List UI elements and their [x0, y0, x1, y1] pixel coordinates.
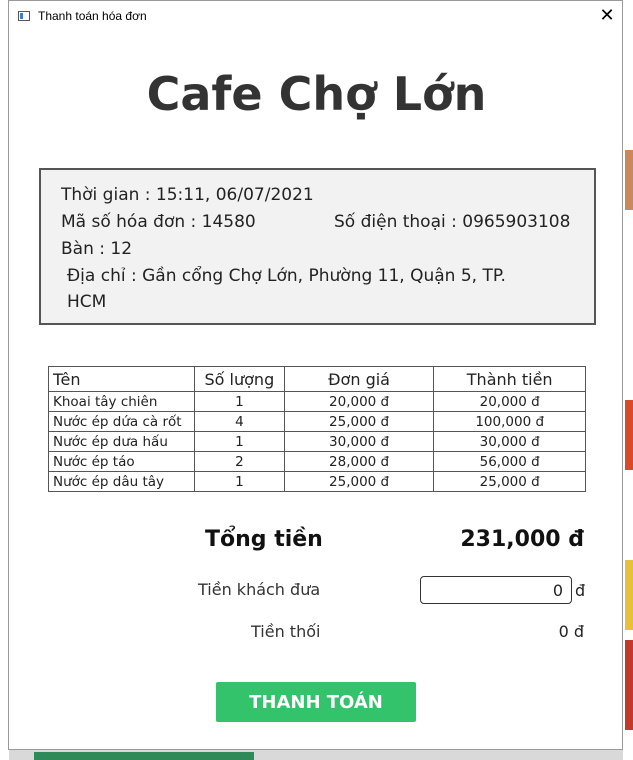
invoice-number: Mã số hóa đơn : 14580: [61, 212, 256, 232]
background-image-4: [625, 640, 633, 730]
item-unit-price: 25,000 đ: [283, 411, 435, 432]
item-unit-price: 28,000 đ: [283, 451, 435, 472]
item-unit-price: 20,000 đ: [283, 391, 435, 412]
item-subtotal: 20,000 đ: [433, 391, 586, 412]
total-amount: 231,000 đ: [460, 527, 584, 552]
item-unit-price: 25,000 đ: [283, 471, 435, 492]
column-header-quantity: Số lượng: [193, 366, 285, 392]
item-name: Nước ép dưa hấu: [48, 431, 195, 452]
shop-name-heading: Cafe Chợ Lớn: [146, 67, 487, 121]
address-line-2: HCM: [67, 292, 107, 312]
item-quantity: 2: [193, 451, 285, 472]
customer-phone: Số điện thoại : 0965903108: [334, 212, 571, 232]
item-subtotal: 100,000 đ: [433, 411, 586, 432]
table-row[interactable]: Khoai tây chiên 1 20,000 đ 20,000 đ: [48, 391, 586, 412]
column-header-unit-price: Đơn giá: [283, 366, 435, 392]
item-quantity: 1: [193, 431, 285, 452]
total-label: Tổng tiền: [205, 527, 323, 552]
amount-paid-label: Tiền khách đưa: [198, 580, 321, 599]
close-icon[interactable]: ✕: [592, 1, 622, 31]
item-quantity: 1: [193, 471, 285, 492]
table-row[interactable]: Nước ép dâu tây 1 25,000 đ 25,000 đ: [48, 471, 586, 492]
invoice-info-box: Thời gian : 15:11, 06/07/2021 Mã số hóa …: [39, 168, 596, 325]
window-app-icon: [18, 11, 30, 21]
address-line-1: Địa chỉ : Gần cổng Chợ Lớn, Phường 11, Q…: [67, 266, 506, 286]
background-bottom-tab: [34, 752, 254, 760]
table-header-row: Tên Số lượng Đơn giá Thành tiền: [48, 366, 586, 392]
item-name: Nước ép dứa cà rốt: [48, 411, 195, 432]
item-name: Nước ép táo: [48, 451, 195, 472]
item-quantity: 1: [193, 391, 285, 412]
window-title: Thanh toán hóa đơn: [38, 9, 147, 23]
item-unit-price: 30,000 đ: [283, 431, 435, 452]
background-image-2: [625, 400, 633, 470]
amount-paid-input[interactable]: [420, 576, 572, 604]
column-header-subtotal: Thành tiền: [433, 366, 586, 392]
table-number: Bàn : 12: [61, 239, 133, 259]
invoice-time: Thời gian : 15:11, 06/07/2021: [61, 185, 314, 205]
item-subtotal: 30,000 đ: [433, 431, 586, 452]
column-header-name: Tên: [48, 366, 195, 392]
change-label: Tiền thối: [251, 622, 321, 641]
change-amount: 0 đ: [558, 622, 584, 641]
item-name: Nước ép dâu tây: [48, 471, 195, 492]
order-items-table: Tên Số lượng Đơn giá Thành tiền Khoai tâ…: [48, 366, 586, 492]
item-name: Khoai tây chiên: [48, 391, 195, 412]
title-bar[interactable]: Thanh toán hóa đơn ✕: [9, 1, 622, 32]
table-row[interactable]: Nước ép dứa cà rốt 4 25,000 đ 100,000 đ: [48, 411, 586, 432]
item-subtotal: 25,000 đ: [433, 471, 586, 492]
table-row[interactable]: Nước ép dưa hấu 1 30,000 đ 30,000 đ: [48, 431, 586, 452]
amount-paid-currency: đ: [575, 581, 586, 600]
background-image-1: [625, 150, 633, 210]
table-row[interactable]: Nước ép táo 2 28,000 đ 56,000 đ: [48, 451, 586, 472]
pay-button[interactable]: THANH TOÁN: [216, 682, 416, 722]
item-subtotal: 56,000 đ: [433, 451, 586, 472]
payment-dialog: Thanh toán hóa đơn ✕ Cafe Chợ Lớn Thời g…: [8, 0, 623, 750]
background-image-3: [625, 560, 633, 630]
item-quantity: 4: [193, 411, 285, 432]
